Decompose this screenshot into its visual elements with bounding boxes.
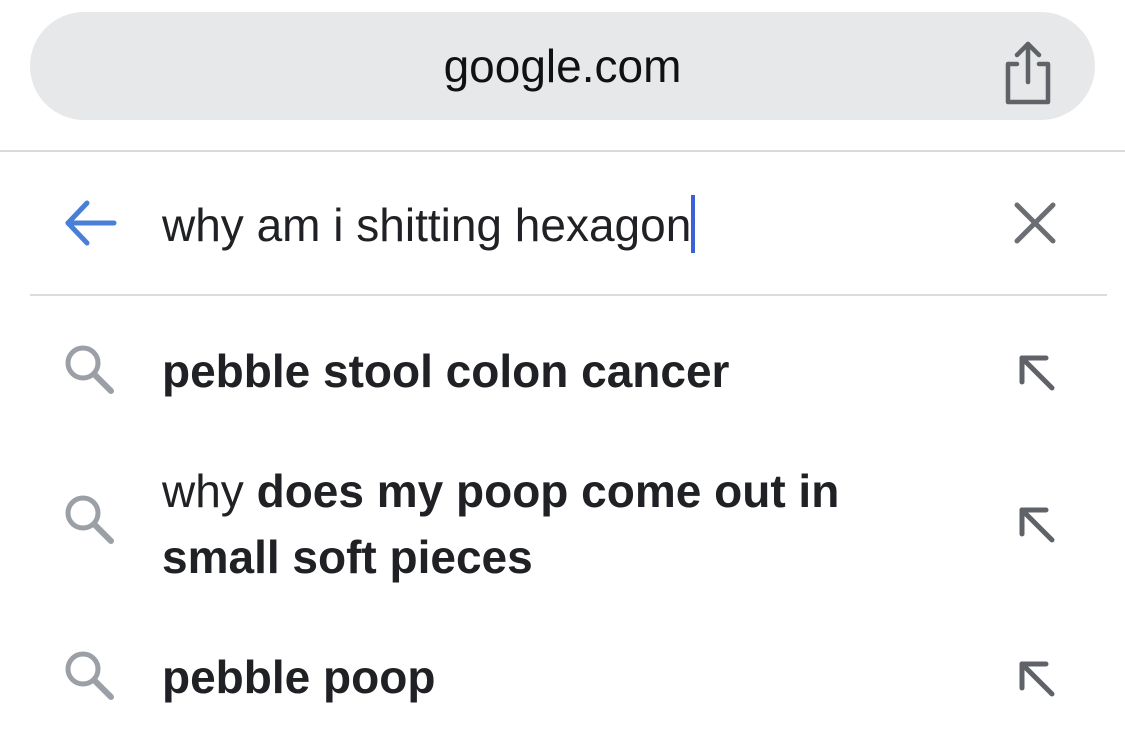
suggestion-bold: pebble poop xyxy=(162,651,436,703)
suggestion-item[interactable]: why does my poop come out in small soft p… xyxy=(0,458,1125,590)
fill-query-arrow-icon[interactable] xyxy=(1014,656,1058,700)
fill-query-arrow-icon[interactable] xyxy=(1014,350,1058,394)
page: google.com why am i shitting hexagon peb… xyxy=(0,0,1125,738)
text-caret xyxy=(691,195,696,253)
fill-query-arrow-icon[interactable] xyxy=(1014,502,1058,546)
suggestion-item[interactable]: pebble poop xyxy=(0,640,1125,730)
suggestion-text: pebble poop xyxy=(162,644,942,710)
share-icon[interactable] xyxy=(998,36,1058,108)
search-icon xyxy=(60,490,118,548)
suggestion-bold: pebble stool colon cancer xyxy=(162,345,730,397)
search-input[interactable]: why am i shitting hexagon xyxy=(162,190,962,260)
suggestion-text: why does my poop come out in small soft p… xyxy=(162,458,942,590)
suggestion-bold: does my poop come out in xyxy=(256,465,840,517)
back-arrow-icon[interactable] xyxy=(62,194,120,252)
url-text[interactable]: google.com xyxy=(30,12,1095,120)
suggestion-text: pebble stool colon cancer xyxy=(162,338,942,404)
search-icon xyxy=(60,646,118,704)
search-query-text: why am i shitting hexagon xyxy=(162,199,692,251)
search-divider xyxy=(30,294,1107,296)
suggestion-item[interactable]: pebble stool colon cancer xyxy=(0,330,1125,420)
suggestion-prefix: why xyxy=(162,465,257,517)
suggestion-bold-line2: small soft pieces xyxy=(162,531,533,583)
search-icon xyxy=(60,340,118,398)
toolbar-divider xyxy=(0,150,1125,152)
address-bar[interactable]: google.com xyxy=(30,12,1095,120)
close-icon[interactable] xyxy=(1010,198,1060,248)
